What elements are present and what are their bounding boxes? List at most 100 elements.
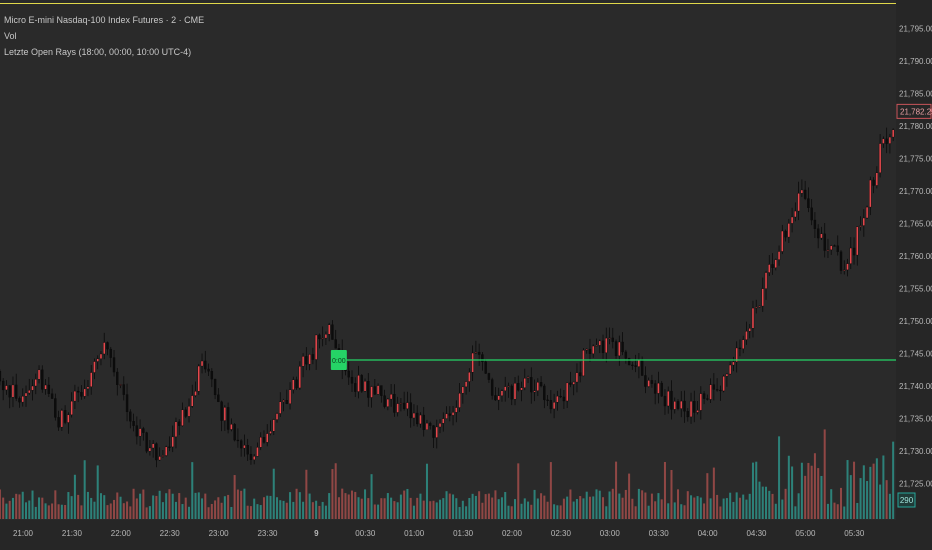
candle-body[interactable] bbox=[327, 324, 331, 335]
candle-body[interactable] bbox=[748, 328, 751, 332]
candle-body[interactable] bbox=[15, 384, 18, 399]
candle-body[interactable] bbox=[347, 370, 350, 378]
candle-body[interactable] bbox=[415, 412, 419, 425]
candle-body[interactable] bbox=[504, 386, 507, 391]
candle-body[interactable] bbox=[882, 138, 885, 144]
candle-body[interactable] bbox=[585, 348, 588, 351]
candle-body[interactable] bbox=[477, 351, 481, 355]
candle-body[interactable] bbox=[725, 373, 729, 377]
candle-body[interactable] bbox=[57, 417, 60, 428]
candle-body[interactable] bbox=[178, 421, 181, 426]
candle-body[interactable] bbox=[269, 431, 272, 434]
candle-body[interactable] bbox=[138, 428, 142, 437]
candle-body[interactable] bbox=[856, 226, 859, 256]
candle-body[interactable] bbox=[0, 371, 2, 382]
candle-body[interactable] bbox=[846, 263, 849, 271]
candle-body[interactable] bbox=[367, 381, 370, 398]
candle-body[interactable] bbox=[67, 414, 70, 423]
candle-body[interactable] bbox=[324, 334, 328, 339]
candle-body[interactable] bbox=[686, 411, 689, 418]
candle-body[interactable] bbox=[370, 386, 373, 398]
candle-body[interactable] bbox=[158, 456, 161, 461]
candle-body[interactable] bbox=[497, 395, 500, 401]
candle-body[interactable] bbox=[194, 391, 197, 396]
candle-body[interactable] bbox=[50, 393, 54, 399]
candle-body[interactable] bbox=[249, 453, 253, 460]
candle-body[interactable] bbox=[634, 365, 637, 367]
candle-body[interactable] bbox=[262, 437, 266, 443]
candle-body[interactable] bbox=[47, 384, 51, 394]
candle-body[interactable] bbox=[862, 217, 866, 226]
candle-body[interactable] bbox=[852, 247, 856, 256]
candle-body[interactable] bbox=[24, 392, 28, 397]
candle-body[interactable] bbox=[279, 401, 282, 414]
candle-body[interactable] bbox=[99, 353, 103, 359]
candle-body[interactable] bbox=[246, 445, 249, 455]
candle-body[interactable] bbox=[663, 395, 667, 407]
candle-body[interactable] bbox=[311, 354, 315, 360]
candle-body[interactable] bbox=[145, 432, 148, 452]
candle-body[interactable] bbox=[865, 206, 869, 219]
candle-body[interactable] bbox=[386, 398, 390, 407]
candle-body[interactable] bbox=[73, 390, 77, 402]
candle-body[interactable] bbox=[252, 456, 256, 460]
candle-body[interactable] bbox=[592, 345, 595, 354]
candle-body[interactable] bbox=[334, 339, 337, 349]
candle-body[interactable] bbox=[839, 251, 843, 271]
candle-body[interactable] bbox=[578, 372, 582, 377]
candle-body[interactable] bbox=[875, 172, 879, 186]
candle-body[interactable] bbox=[429, 422, 432, 426]
candle-body[interactable] bbox=[37, 369, 41, 380]
candle-body[interactable] bbox=[758, 305, 761, 308]
candle-body[interactable] bbox=[826, 249, 830, 251]
candle-body[interactable] bbox=[715, 389, 719, 391]
candle-body[interactable] bbox=[129, 411, 132, 422]
candle-body[interactable] bbox=[18, 398, 21, 403]
candle-body[interactable] bbox=[86, 386, 90, 390]
candle-body[interactable] bbox=[11, 384, 15, 398]
candle-body[interactable] bbox=[406, 402, 409, 409]
candle-body[interactable] bbox=[266, 433, 269, 443]
candle-body[interactable] bbox=[135, 425, 139, 437]
candle-body[interactable] bbox=[464, 381, 468, 388]
candle-body[interactable] bbox=[843, 269, 846, 271]
candle-body[interactable] bbox=[412, 412, 416, 419]
candle-body[interactable] bbox=[728, 364, 732, 375]
candle-body[interactable] bbox=[63, 410, 67, 423]
candle-body[interactable] bbox=[76, 390, 80, 393]
candle-body[interactable] bbox=[859, 225, 862, 227]
candle-body[interactable] bbox=[614, 341, 618, 357]
candle-body[interactable] bbox=[523, 378, 526, 388]
candle-body[interactable] bbox=[70, 400, 73, 416]
candle-body[interactable] bbox=[122, 384, 126, 395]
candle-body[interactable] bbox=[618, 341, 621, 357]
candle-body[interactable] bbox=[588, 348, 592, 354]
candle-body[interactable] bbox=[119, 384, 122, 386]
candle-body[interactable] bbox=[314, 334, 318, 360]
candle-body[interactable] bbox=[706, 398, 709, 400]
candle-body[interactable] bbox=[575, 372, 579, 383]
candle-body[interactable] bbox=[650, 380, 654, 384]
candle-body[interactable] bbox=[458, 393, 461, 408]
candle-body[interactable] bbox=[200, 360, 204, 367]
candle-body[interactable] bbox=[321, 337, 324, 340]
candle-body[interactable] bbox=[484, 361, 487, 374]
candle-body[interactable] bbox=[787, 223, 791, 238]
candle-body[interactable] bbox=[803, 189, 807, 199]
candle-body[interactable] bbox=[236, 439, 240, 442]
candle-body[interactable] bbox=[174, 421, 178, 438]
candle-body[interactable] bbox=[689, 401, 693, 418]
candle-body[interactable] bbox=[282, 400, 285, 402]
candle-body[interactable] bbox=[657, 382, 660, 394]
candle-body[interactable] bbox=[142, 428, 145, 433]
candlestick-chart[interactable]: 0:00 21,795.00 21,790.00 21,785.00 21,780.00… bbox=[0, 0, 932, 550]
candle-body[interactable] bbox=[148, 447, 152, 452]
candle-body[interactable] bbox=[93, 361, 96, 373]
candle-body[interactable] bbox=[109, 348, 112, 358]
candle-body[interactable] bbox=[660, 382, 663, 397]
candle-body[interactable] bbox=[21, 395, 24, 403]
candle-body[interactable] bbox=[1, 380, 5, 391]
candle-body[interactable] bbox=[223, 407, 227, 421]
candle-body[interactable] bbox=[670, 390, 673, 410]
candle-body[interactable] bbox=[112, 357, 116, 373]
